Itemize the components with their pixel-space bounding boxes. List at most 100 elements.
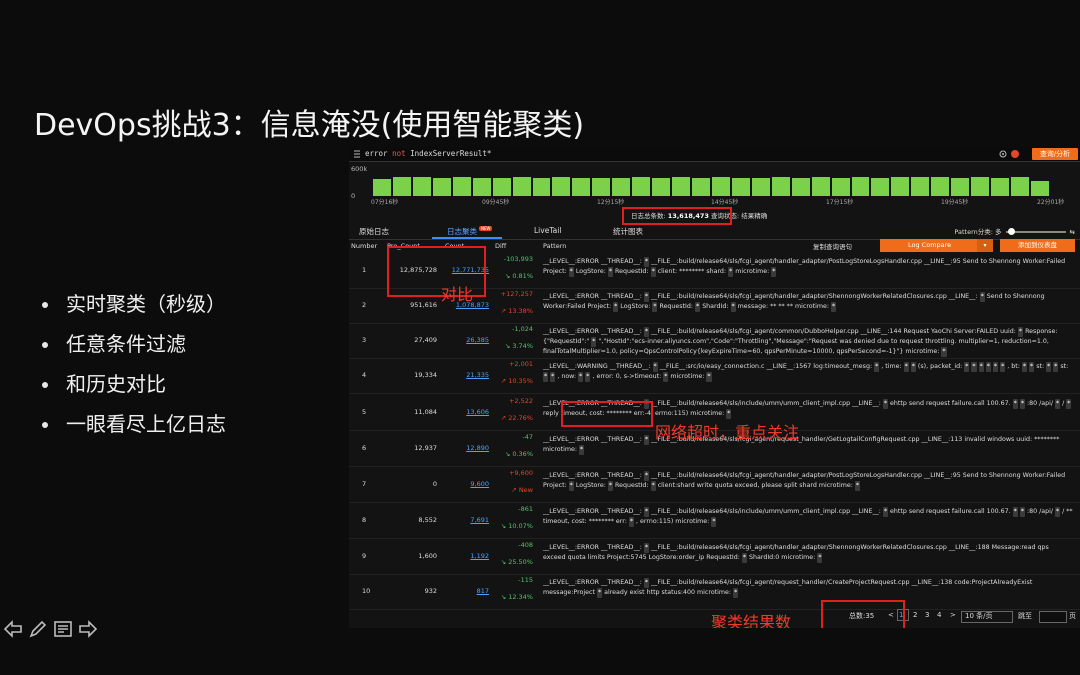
histogram-bar[interactable] [831, 177, 850, 196]
histogram-bar[interactable] [432, 177, 451, 196]
placeholder-token[interactable]: * [643, 507, 650, 517]
placeholder-token[interactable]: * [643, 435, 650, 445]
placeholder-token[interactable]: * [730, 302, 736, 312]
placeholder-token[interactable]: * [882, 399, 889, 409]
placeholder-token[interactable]: * [1021, 362, 1028, 372]
row-pattern[interactable]: __LEVEL__:ERROR __THREAD__: * __FILE__:b… [543, 257, 1073, 277]
placeholder-token[interactable]: * [652, 302, 658, 312]
placeholder-token[interactable]: * [733, 588, 739, 598]
placeholder-token[interactable]: * [1053, 362, 1059, 372]
help-icon[interactable] [1011, 150, 1019, 158]
placeholder-token[interactable]: * [771, 267, 777, 277]
copy-query-button[interactable]: 复制查询语句 [813, 241, 852, 251]
arrow-left-icon[interactable] [2, 618, 24, 640]
placeholder-token[interactable]: * [964, 362, 970, 372]
row-count-link[interactable]: 21,335 [444, 371, 489, 379]
histogram-bar[interactable] [911, 177, 930, 196]
placeholder-token[interactable]: * [568, 481, 574, 491]
histogram-bar[interactable] [552, 177, 571, 196]
placeholder-token[interactable]: * [596, 588, 603, 598]
histogram-bar[interactable] [392, 177, 411, 196]
row-pattern[interactable]: __LEVEL__:ERROR __THREAD__: * __FILE__:b… [543, 507, 1073, 527]
histogram-bar[interactable] [412, 177, 431, 196]
placeholder-token[interactable]: * [1029, 362, 1035, 372]
histogram-bar[interactable] [612, 177, 631, 196]
placeholder-token[interactable]: * [568, 267, 574, 277]
placeholder-token[interactable]: * [643, 578, 650, 588]
placeholder-token[interactable]: * [643, 257, 650, 267]
placeholder-token[interactable]: * [1017, 327, 1024, 337]
placeholder-token[interactable]: * [971, 362, 977, 372]
row-pattern[interactable]: __LEVEL__:ERROR __THREAD__: * __FILE__:b… [543, 435, 1073, 455]
histogram-bar[interactable] [472, 177, 491, 196]
table-row[interactable]: 7 0 9,600 +9,600 ↗ New __LEVEL__:ERROR __THRE… [349, 467, 1080, 503]
row-count-link[interactable]: 1,192 [444, 552, 489, 560]
notes-icon[interactable] [52, 618, 74, 640]
histogram-bar[interactable] [751, 177, 770, 196]
placeholder-token[interactable]: * [607, 267, 613, 277]
placeholder-token[interactable]: * [979, 292, 985, 302]
placeholder-token[interactable]: * [854, 481, 860, 491]
placeholder-token[interactable]: * [550, 372, 556, 382]
row-count-link[interactable]: 817 [444, 587, 489, 595]
placeholder-token[interactable]: * [585, 372, 591, 382]
histogram-bar[interactable] [871, 177, 890, 196]
page-2[interactable]: 2 [913, 611, 917, 619]
placeholder-token[interactable]: * [1000, 362, 1006, 372]
histogram-bar[interactable] [632, 177, 651, 196]
page-size-select[interactable]: 10 条/页 [965, 611, 993, 621]
placeholder-token[interactable]: * [650, 267, 656, 277]
placeholder-token[interactable]: * [882, 507, 889, 517]
table-row[interactable]: 8 8,552 7,691 -861 ↘ 10.07% __LEVEL__:ERROR _… [349, 503, 1080, 539]
placeholder-token[interactable]: * [613, 302, 619, 312]
search-button[interactable]: 查询/分析 [1032, 148, 1078, 160]
placeholder-token[interactable]: * [741, 553, 747, 563]
histogram-bar[interactable] [652, 177, 671, 196]
page-3[interactable]: 3 [925, 611, 929, 619]
table-row[interactable]: 4 19,334 21,335 +2,001 ↗ 10.35% __LEVEL__:WAR… [349, 358, 1080, 394]
table-row[interactable]: 3 27,409 26,385 -1,024 ↘ 3.74% __LEVEL__:ERRO… [349, 323, 1080, 359]
histogram-bar[interactable] [572, 177, 591, 196]
histogram-bar[interactable] [373, 178, 391, 196]
histogram-bar[interactable] [692, 177, 710, 196]
menu-icon[interactable] [353, 150, 361, 158]
row-count-link[interactable]: 9,600 [444, 480, 489, 488]
row-count-link[interactable]: 26,385 [444, 336, 489, 344]
placeholder-token[interactable]: * [941, 347, 947, 357]
placeholder-token[interactable]: * [985, 362, 991, 372]
placeholder-token[interactable]: * [578, 372, 584, 382]
row-pattern[interactable]: __LEVEL__:ERROR __THREAD__: * __FILE__:b… [543, 543, 1073, 563]
histogram-bar[interactable] [731, 177, 750, 196]
histogram-bar[interactable] [592, 177, 611, 196]
histogram-bar[interactable] [711, 177, 730, 196]
placeholder-token[interactable]: * [1066, 399, 1072, 409]
histogram-bar[interactable] [532, 177, 551, 196]
goto-input[interactable] [1039, 611, 1067, 623]
row-pattern[interactable]: __LEVEL__:WARNING __THREAD__: * __FILE__… [543, 362, 1073, 382]
placeholder-token[interactable]: * [1019, 507, 1025, 517]
pattern-slider[interactable] [1005, 228, 1066, 235]
query-input[interactable]: error not IndexServerResult* [365, 149, 491, 158]
row-count-link[interactable]: 13,606 [444, 408, 489, 416]
placeholder-token[interactable]: * [607, 481, 613, 491]
histogram-bar[interactable] [791, 177, 810, 196]
placeholder-token[interactable]: * [726, 409, 732, 419]
add-to-dashboard-button[interactable]: 添加到仪表盘 [1000, 239, 1075, 252]
placeholder-token[interactable]: * [978, 362, 984, 372]
histogram-bar[interactable] [672, 177, 690, 196]
placeholder-token[interactable]: * [1012, 507, 1018, 517]
histogram-bar[interactable] [851, 177, 870, 196]
histogram-bar[interactable] [492, 177, 511, 196]
placeholder-token[interactable]: * [874, 362, 880, 372]
placeholder-token[interactable]: * [643, 543, 650, 553]
placeholder-token[interactable]: * [643, 292, 650, 302]
histogram-bar[interactable] [771, 177, 790, 196]
tab-raw-logs[interactable]: 原始日志 [359, 226, 389, 237]
chevron-down-icon[interactable]: ▾ [977, 239, 993, 252]
histogram-bar[interactable] [891, 177, 910, 196]
placeholder-token[interactable]: * [910, 362, 916, 372]
histogram-bar[interactable] [971, 177, 990, 196]
placeholder-token[interactable]: * [650, 481, 656, 491]
placeholder-token[interactable]: * [591, 337, 597, 347]
placeholder-token[interactable]: * [1055, 399, 1061, 409]
